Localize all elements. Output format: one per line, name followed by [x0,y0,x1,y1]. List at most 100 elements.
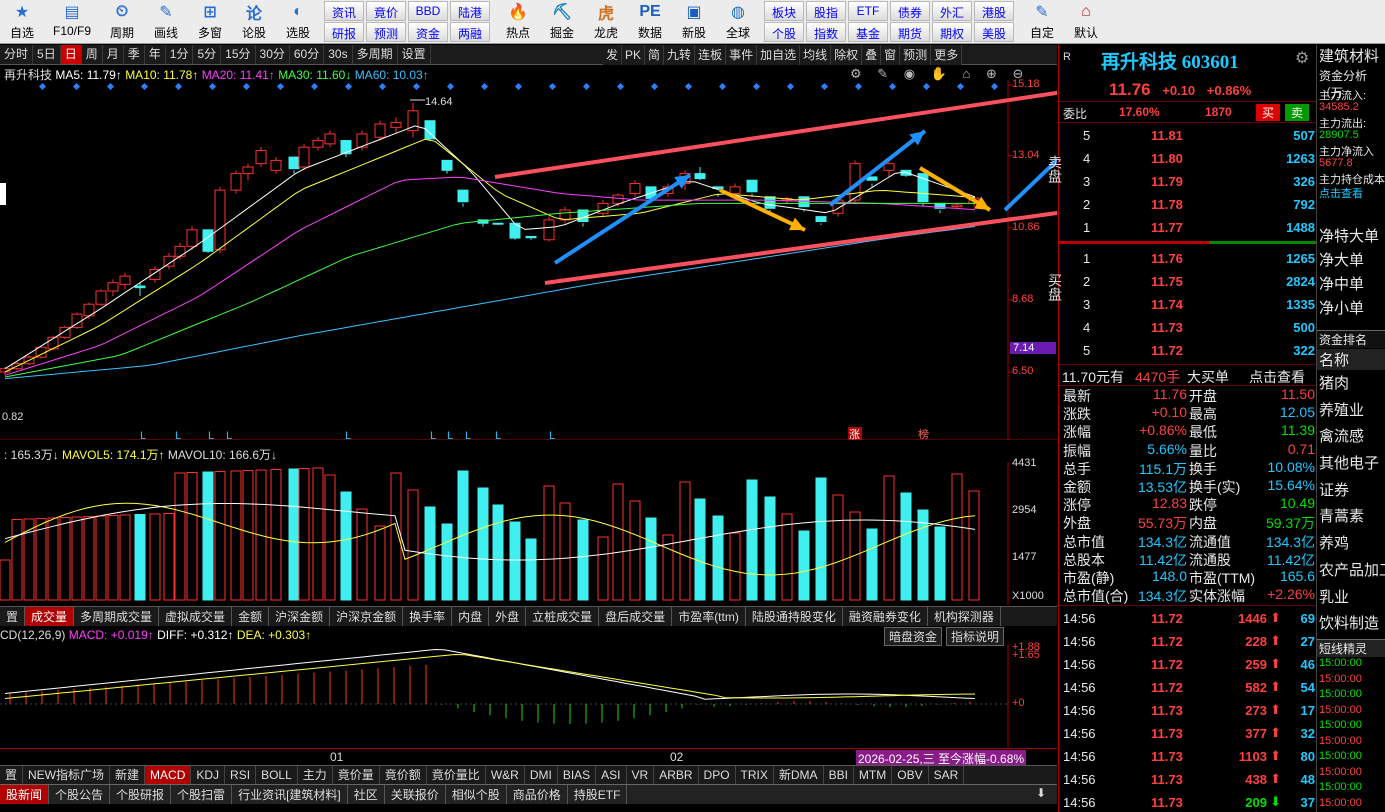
event-marker-icon[interactable] [548,82,557,91]
event-marker-icon[interactable] [922,82,931,91]
chart-tool-0[interactable]: 发 [603,45,623,65]
toolbar-f10-button[interactable]: ▤ F10/F9 [44,0,100,44]
l-marker[interactable]: L [226,430,232,440]
toolbar-grid-button[interactable]: 预测 [366,22,406,42]
chart-tool-6[interactable]: 加自选 [757,45,801,65]
tabs1-tab[interactable]: 沪深金额 [269,607,331,626]
tabs3-tab[interactable]: 社区 [348,785,385,804]
chart-tool-9[interactable]: 叠 [862,45,882,65]
tabs2-tab[interactable]: ASI [596,766,627,784]
tabs2-tab[interactable]: VR [627,766,655,784]
chart-tool-8[interactable]: 除权 [831,45,863,65]
event-marker-icon[interactable] [446,82,455,91]
tabs2-tab[interactable]: ARBR [654,766,699,784]
bid-row[interactable]: 5 11.72 322 [1059,340,1317,363]
rank-item[interactable]: 养殖业 [1317,399,1385,426]
tabs1-tab[interactable]: 多周期成交量 [74,607,160,626]
event-marker-icon[interactable] [854,82,863,91]
tabs2-tab[interactable]: BBI [824,766,854,784]
rank-item[interactable]: 饮料制造 [1317,612,1385,639]
toolbar-grid-button[interactable]: BBD [408,1,448,21]
stock-title[interactable]: 再升科技 603601 [1101,47,1239,74]
tabs2-tab[interactable]: OBV [892,766,929,784]
event-marker-icon[interactable] [276,82,285,91]
buy-button[interactable]: 买 [1256,104,1281,121]
tabs2-tab[interactable]: MTM [854,766,893,784]
tabs1-tab[interactable]: 陆股通持股变化 [746,607,843,626]
l-marker[interactable]: L [465,430,471,440]
tabs1-tab[interactable]: 外盘 [489,607,527,626]
tabs2-tab[interactable]: 竟价量比 [427,766,486,784]
tabs2-tab[interactable]: TRIX [736,766,774,784]
ask-row[interactable]: 2 11.78 792 [1059,194,1317,217]
toolbar-zhouqi-button[interactable]: ⏲ 周期 [100,0,144,44]
collapse-arrow-icon[interactable]: ⬇ [1036,786,1046,800]
toolbar-huaxian-button[interactable]: ✎ 画线 [144,0,188,44]
tabs2-tab[interactable]: DPO [699,766,736,784]
l-marker[interactable]: L [447,430,453,440]
toolbar-grid-button[interactable]: 研报 [324,22,364,42]
big-order-row[interactable]: 11.70元有 4470手 大买单 点击查看 [1059,364,1317,386]
tabs1-tab[interactable]: 内盘 [452,607,490,626]
tabs2-tab[interactable]: KDJ [191,766,226,784]
tabs1-tab[interactable]: 融资融券变化 [843,607,928,626]
tabs2-tab[interactable]: SAR [929,766,965,784]
tabs3-tab[interactable]: 个股扫雷 [171,785,233,804]
toolbar-zidingyi-button[interactable]: ✎ 自定 [1020,0,1064,44]
tabs1-tab[interactable]: 市盈率(ttm) [672,607,746,626]
period-14[interactable]: 设置 [398,45,431,64]
toolbar-grid-button[interactable]: 债券 [890,1,930,21]
event-marker-icon[interactable] [344,82,353,91]
tabs2-tab[interactable]: 新DMA [774,766,824,784]
toolbar-grid-button[interactable]: 陆港 [450,1,490,21]
tabs2-tab[interactable]: 置 [0,766,24,784]
toolbar-grid-button[interactable]: 期货 [890,22,930,42]
period-11[interactable]: 60分 [290,45,325,64]
event-marker-icon[interactable] [174,82,183,91]
tabs2-tab[interactable]: 竟价量 [333,766,380,784]
tabs1-tab[interactable]: 置 [0,607,26,626]
event-marker-icon[interactable] [650,82,659,91]
rank-item[interactable]: 证券 [1317,479,1385,506]
tabs3-tab[interactable]: 个股公告 [49,785,111,804]
macd-chart[interactable] [0,644,1057,748]
event-marker-icon[interactable] [38,82,47,91]
event-marker-icon[interactable] [582,82,591,91]
period-5[interactable]: 季 [124,45,145,64]
event-marker-icon[interactable] [72,82,81,91]
l-marker[interactable]: L [175,430,181,440]
toolbar-redian-button[interactable]: 🔥 热点 [496,0,540,44]
event-marker-icon[interactable] [140,82,149,91]
period-4[interactable]: 月 [103,45,124,64]
tabs1-tab[interactable]: 沪深京金额 [330,607,404,626]
tabs3-tab[interactable]: 股新闻 [0,785,50,804]
event-marker-icon[interactable] [786,82,795,91]
rank-item[interactable]: 乳业 [1317,586,1385,613]
chart-tool-12[interactable]: 更多 [931,45,963,65]
l-marker[interactable]: L [140,430,146,440]
net-item[interactable]: 净中单 [1317,273,1385,297]
event-marker-icon[interactable] [888,82,897,91]
toolbar-juejin-button[interactable]: ⛏ 掘金 [540,0,584,44]
industry-label[interactable]: 建筑材料 [1319,45,1379,66]
event-marker-icon[interactable] [990,82,999,91]
chart-tool-1[interactable]: PK [622,45,646,65]
event-marker-icon[interactable] [310,82,319,91]
tabs2-tab[interactable]: RSI [225,766,257,784]
toolbar-grid-button[interactable]: 板块 [764,1,804,21]
toolbar-grid-button[interactable]: 资金 [408,22,448,42]
tabs3-tab[interactable]: 个股研报 [110,785,172,804]
rank-item[interactable]: 养鸡 [1317,532,1385,559]
l-marker[interactable]: L [549,430,555,440]
fund-value[interactable]: 点击查看 [1317,185,1385,200]
rank-item[interactable]: 猪肉 [1317,372,1385,399]
chart-tool-4[interactable]: 连板 [695,45,727,65]
l-marker[interactable]: L [430,430,436,440]
dragon-tiger-marker[interactable]: 榜 [918,427,929,440]
event-marker-icon[interactable] [752,82,761,91]
bigorder-link[interactable]: 点击查看 [1249,367,1305,387]
l-marker[interactable]: L [345,430,351,440]
tabs3-tab[interactable]: 持股ETF [568,785,628,804]
tabs2-tab[interactable]: BIAS [558,766,597,784]
tabs1-tab[interactable]: 换手率 [403,607,453,626]
